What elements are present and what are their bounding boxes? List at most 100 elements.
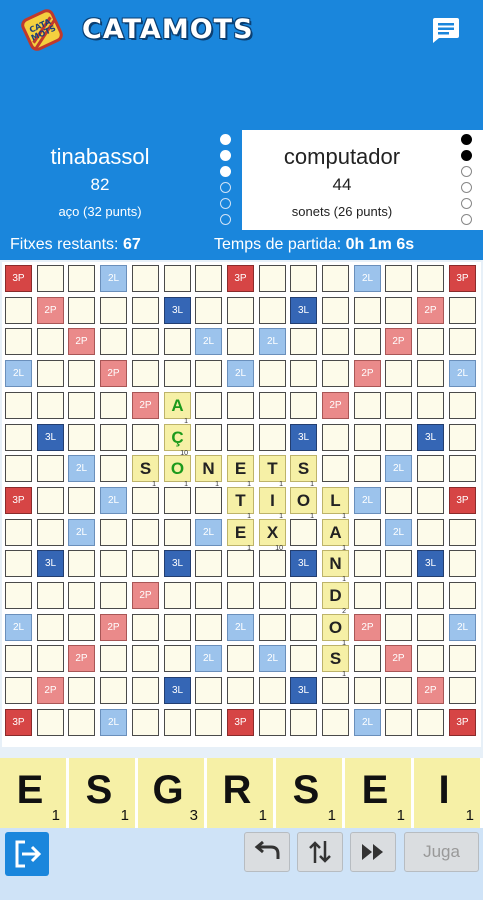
board-cell[interactable] <box>259 392 286 419</box>
board-cell[interactable] <box>385 487 412 514</box>
board-cell[interactable] <box>290 614 317 641</box>
board-cell[interactable] <box>417 709 444 736</box>
board-cell[interactable] <box>100 677 127 704</box>
board-cell[interactable] <box>354 645 381 672</box>
board-cell[interactable] <box>385 424 412 451</box>
board-cell[interactable] <box>37 392 64 419</box>
board-cell[interactable] <box>449 677 476 704</box>
board-cell-premium[interactable]: 2L <box>385 519 412 546</box>
board-cell[interactable] <box>68 392 95 419</box>
board-cell[interactable] <box>290 360 317 387</box>
board-cell[interactable] <box>322 265 349 292</box>
board-cell[interactable] <box>37 614 64 641</box>
board-cell[interactable] <box>5 455 32 482</box>
board-cell-premium[interactable]: 3P <box>227 265 254 292</box>
board-cell[interactable] <box>322 297 349 324</box>
board-cell[interactable] <box>100 455 127 482</box>
board-cell[interactable] <box>449 645 476 672</box>
board-cell-premium[interactable]: 2L <box>259 328 286 355</box>
rack-tile[interactable]: E1 <box>0 758 69 828</box>
board-cell[interactable] <box>227 582 254 609</box>
board-cell-premium[interactable]: 2L <box>385 455 412 482</box>
board-cell-premium[interactable]: 2P <box>68 645 95 672</box>
board-cell[interactable] <box>354 550 381 577</box>
board-cell[interactable] <box>5 392 32 419</box>
board-cell-premium[interactable]: 2P <box>385 645 412 672</box>
board-cell[interactable] <box>164 519 191 546</box>
rack-tile[interactable]: S1 <box>69 758 138 828</box>
board-cell[interactable] <box>227 645 254 672</box>
board-cell[interactable] <box>385 297 412 324</box>
board-cell[interactable] <box>259 677 286 704</box>
board-cell[interactable] <box>132 519 159 546</box>
board-cell[interactable] <box>132 614 159 641</box>
board-cell[interactable] <box>132 297 159 324</box>
rack-tile[interactable]: E1 <box>345 758 414 828</box>
board-cell-premium[interactable]: 3P <box>449 709 476 736</box>
board-cell-premium[interactable]: 2L <box>68 455 95 482</box>
undo-button[interactable] <box>244 832 290 872</box>
board-cell[interactable] <box>5 297 32 324</box>
board-cell[interactable] <box>100 550 127 577</box>
board-cell[interactable] <box>5 677 32 704</box>
board-cell[interactable] <box>132 709 159 736</box>
board-cell[interactable] <box>132 424 159 451</box>
board-cell[interactable] <box>290 582 317 609</box>
board-cell[interactable] <box>259 424 286 451</box>
board-cell[interactable] <box>385 360 412 387</box>
board-cell-premium[interactable]: 3L <box>290 297 317 324</box>
board-cell-premium[interactable]: 2L <box>68 519 95 546</box>
board-cell[interactable] <box>449 550 476 577</box>
board-cell[interactable] <box>259 709 286 736</box>
board-cell-premium[interactable]: 2P <box>37 297 64 324</box>
board-cell[interactable] <box>5 582 32 609</box>
board-cell[interactable] <box>259 614 286 641</box>
board-cell-premium[interactable]: 2P <box>385 328 412 355</box>
board-cell-premium[interactable]: 3L <box>417 550 444 577</box>
board-cell-premium[interactable]: 3P <box>227 709 254 736</box>
board-cell[interactable] <box>259 582 286 609</box>
board-cell[interactable] <box>5 550 32 577</box>
board-cell[interactable] <box>354 297 381 324</box>
board-cell[interactable] <box>259 265 286 292</box>
board-cell[interactable] <box>100 328 127 355</box>
board-cell-premium[interactable]: 2L <box>227 614 254 641</box>
board-cell[interactable] <box>68 614 95 641</box>
board-cell[interactable] <box>417 265 444 292</box>
rack-tile[interactable]: R1 <box>207 758 276 828</box>
board-cell-premium[interactable]: 3L <box>417 424 444 451</box>
board-cell[interactable] <box>37 487 64 514</box>
board-cell-premium[interactable]: 2L <box>195 328 222 355</box>
board-cell[interactable] <box>227 550 254 577</box>
board-cell[interactable] <box>68 297 95 324</box>
board-cell[interactable] <box>195 614 222 641</box>
board-cell[interactable] <box>227 392 254 419</box>
board-cell[interactable] <box>5 645 32 672</box>
board-cell-premium[interactable]: 2P <box>68 328 95 355</box>
board-cell[interactable] <box>37 265 64 292</box>
board-cell[interactable] <box>417 614 444 641</box>
chat-button[interactable] <box>425 12 465 46</box>
board-cell-premium[interactable]: 2L <box>449 360 476 387</box>
board-cell[interactable] <box>195 582 222 609</box>
board-cell[interactable] <box>164 709 191 736</box>
board-cell[interactable] <box>290 519 317 546</box>
board-cell[interactable] <box>68 677 95 704</box>
board-cell[interactable] <box>449 297 476 324</box>
board-cell[interactable] <box>417 360 444 387</box>
rack-tile[interactable]: S1 <box>276 758 345 828</box>
board-cell[interactable] <box>68 265 95 292</box>
board-cell[interactable] <box>37 360 64 387</box>
board-cell[interactable] <box>449 392 476 419</box>
rack-tile[interactable]: I1 <box>414 758 483 828</box>
board-cell[interactable] <box>417 328 444 355</box>
board-cell[interactable] <box>195 265 222 292</box>
board-cell[interactable] <box>354 424 381 451</box>
board-cell[interactable] <box>132 265 159 292</box>
play-button[interactable]: Juga <box>404 832 479 872</box>
board-cell[interactable] <box>290 328 317 355</box>
board-cell[interactable] <box>132 645 159 672</box>
board-cell[interactable] <box>227 424 254 451</box>
board-cell[interactable] <box>5 424 32 451</box>
board-cell-premium[interactable]: 2P <box>322 392 349 419</box>
